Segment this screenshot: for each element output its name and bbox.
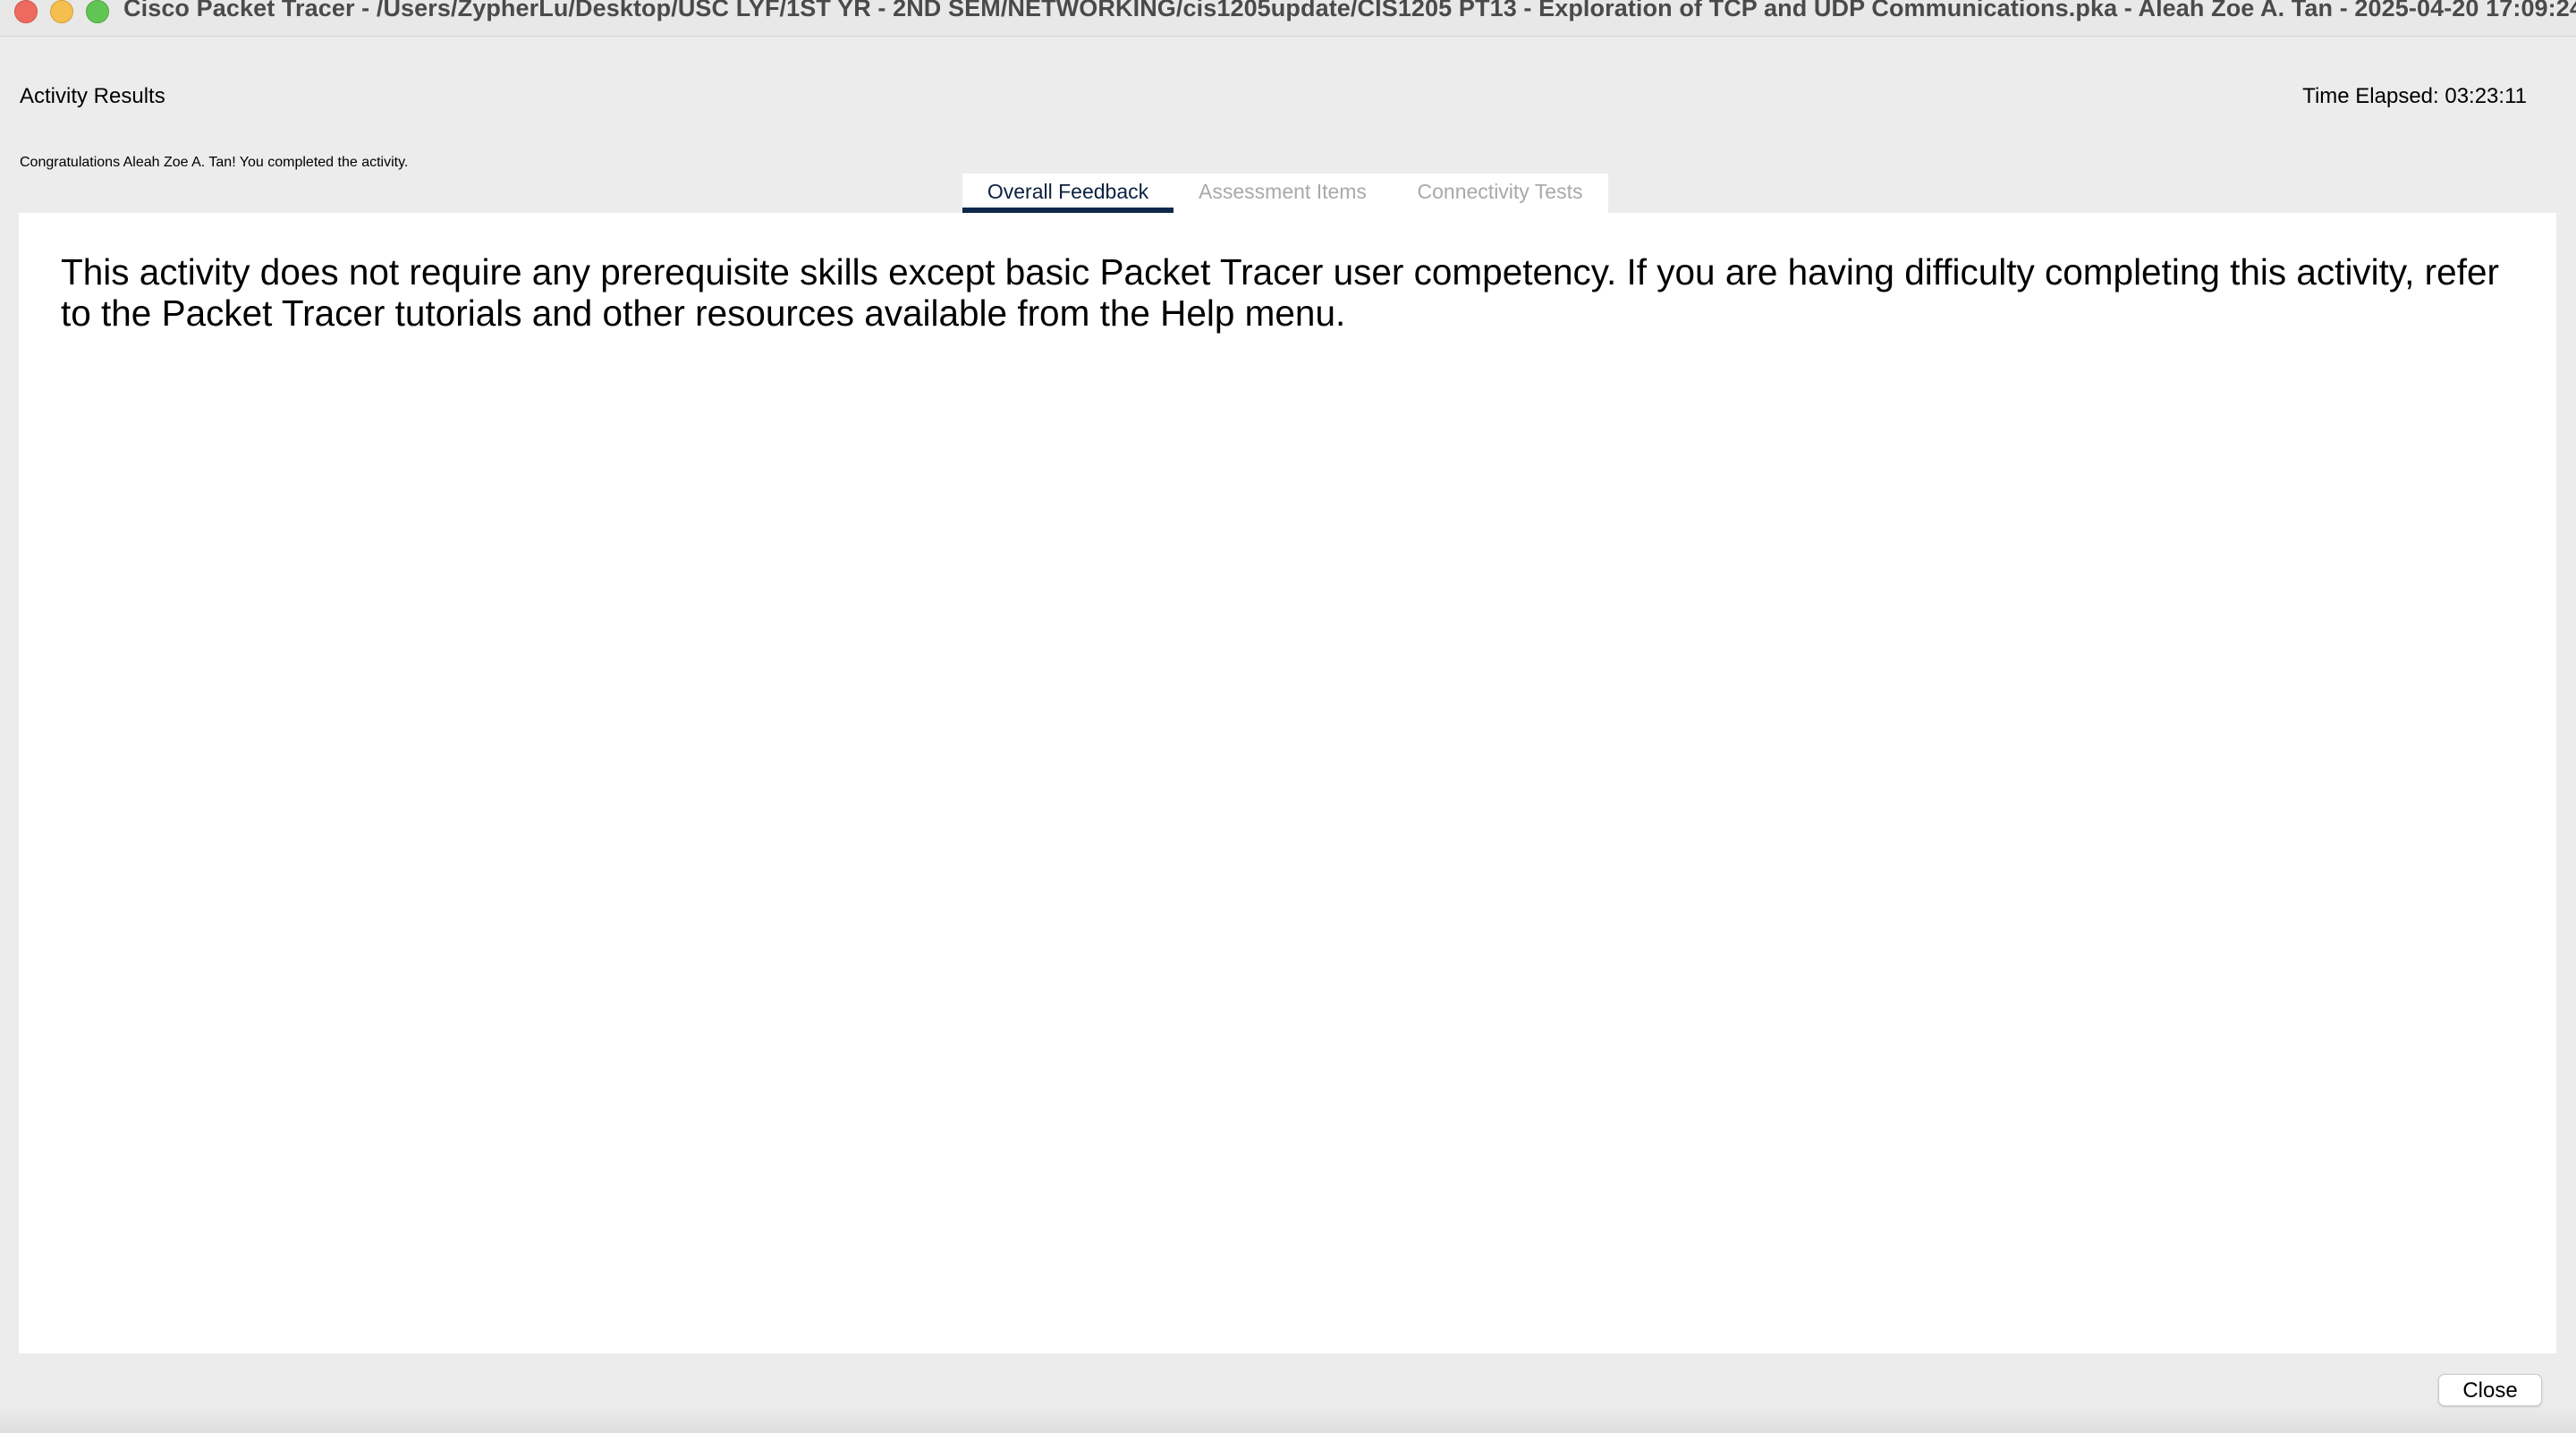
time-elapsed: Time Elapsed: 03:23:11	[2302, 84, 2527, 108]
window-minimize-control[interactable]	[50, 0, 73, 23]
results-tab-bar: Overall Feedback Assessment Items Connec…	[962, 174, 1608, 213]
feedback-panel: This activity does not require any prere…	[19, 213, 2556, 1353]
tab-assessment-items[interactable]: Assessment Items	[1174, 174, 1392, 213]
window-close-control[interactable]	[14, 0, 38, 23]
dialog-title: Activity Results	[20, 84, 165, 108]
window-title: Cisco Packet Tracer - /Users/ZypherLu/De…	[123, 0, 2576, 21]
tab-connectivity-tests[interactable]: Connectivity Tests	[1392, 174, 1608, 213]
window-maximize-control[interactable]	[86, 0, 109, 23]
title-bar[interactable]: Cisco Packet Tracer - /Users/ZypherLu/De…	[0, 0, 2576, 37]
tab-overall-feedback[interactable]: Overall Feedback	[962, 174, 1174, 213]
congratulations-message: Congratulations Aleah Zoe A. Tan! You co…	[20, 155, 409, 170]
window-bottom-edge	[0, 1404, 2576, 1433]
activity-results-window: Cisco Packet Tracer - /Users/ZypherLu/De…	[0, 0, 2576, 1433]
close-button[interactable]: Close	[2438, 1374, 2542, 1406]
feedback-text: This activity does not require any prere…	[61, 251, 2499, 334]
